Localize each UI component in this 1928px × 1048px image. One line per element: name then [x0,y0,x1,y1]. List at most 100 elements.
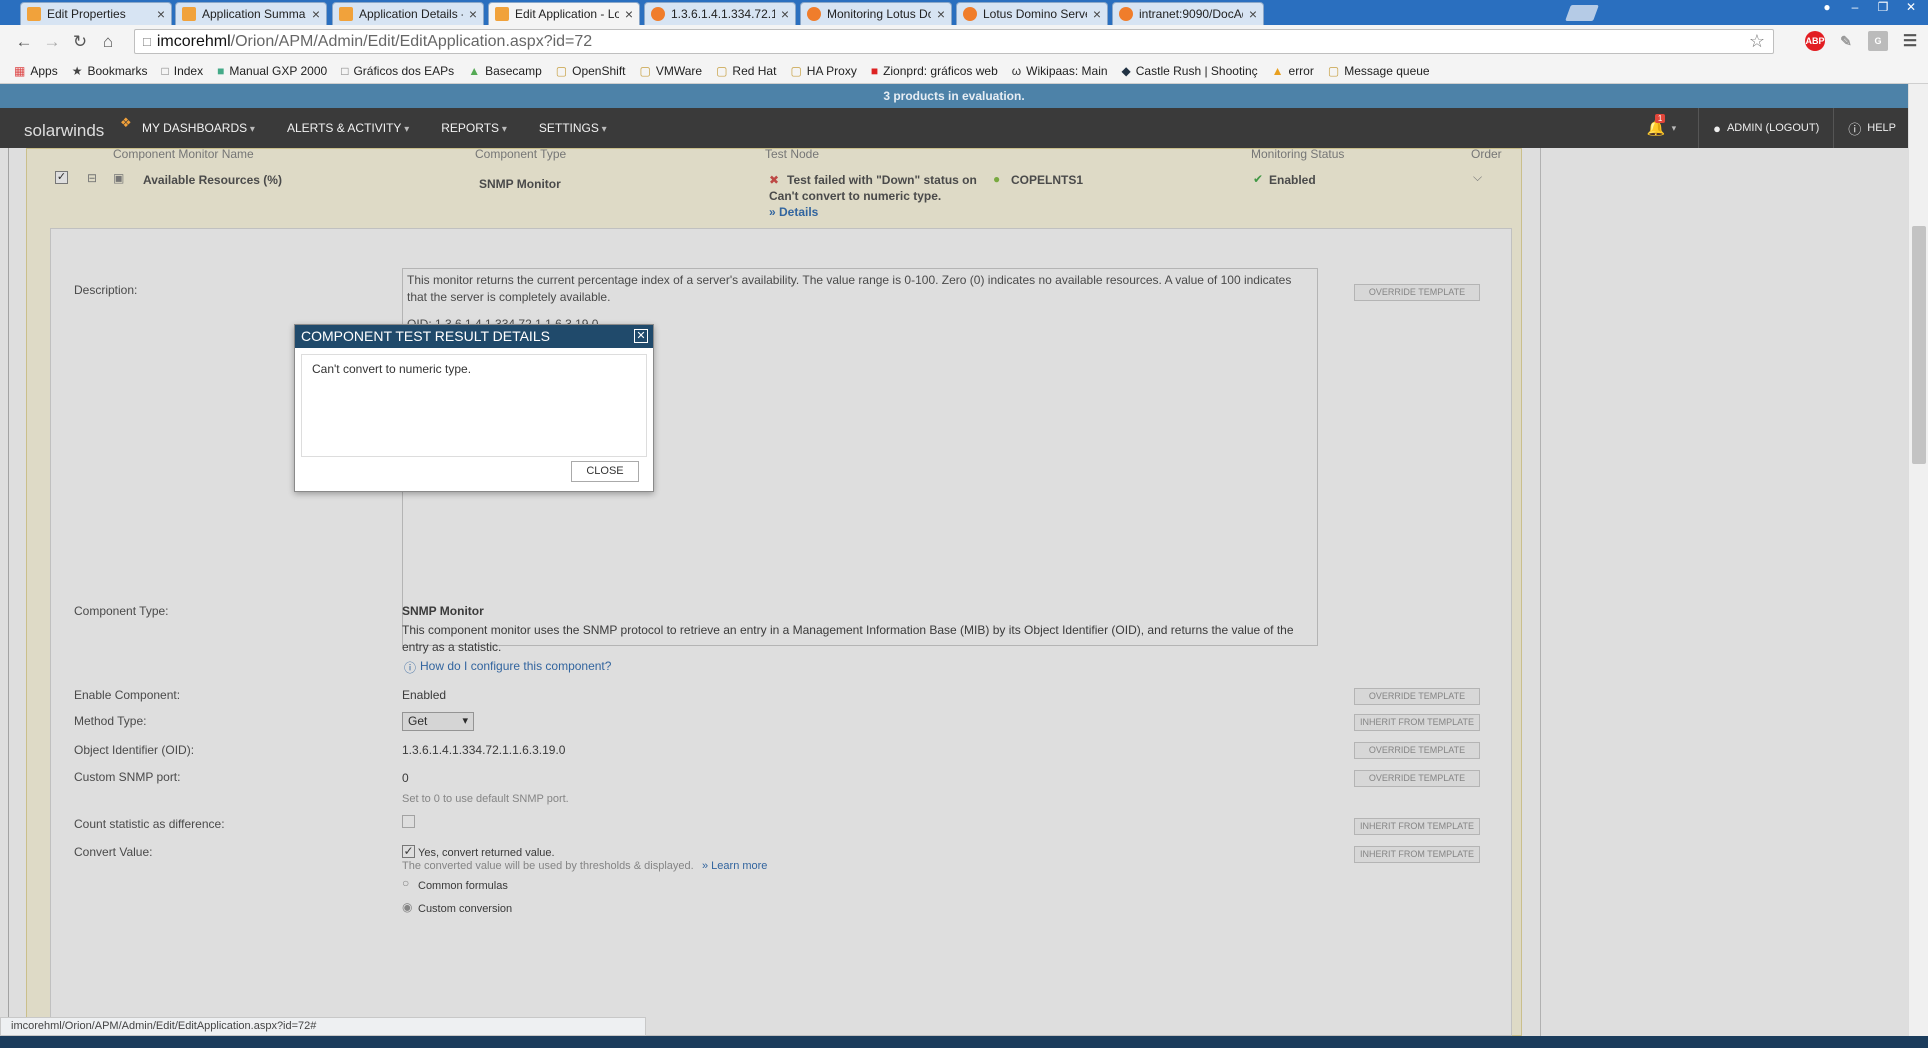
folder-icon: ▢ [790,64,802,78]
back-icon[interactable]: ← [10,32,38,52]
star-icon: ★ [71,64,83,78]
browser-tab[interactable]: Edit Properties × [20,2,172,25]
bookmark-zionprd[interactable]: ■ Zionprd: gráficos web [871,64,998,78]
extension-g-icon[interactable]: G [1868,31,1888,51]
bookmark-index[interactable]: □ Index [162,64,204,78]
bookmark-haproxy[interactable]: ▢ HA Proxy [790,64,856,78]
test-result-dialog: COMPONENT TEST RESULT DETAILS ✕ Can't co… [294,324,654,492]
bookmark-error[interactable]: ▲ error [1272,64,1314,78]
browser-tab[interactable]: intranet:9090/DocAdm.ns× [1112,2,1264,25]
menu-icon[interactable]: ☰ [1900,31,1920,51]
close-tab-icon[interactable]: × [781,6,789,22]
bookmark-wikipaas[interactable]: ω Wikipaas: Main [1012,64,1108,78]
zabbix-icon: ■ [870,64,879,78]
os-taskbar [0,1036,1928,1048]
chevron-down-icon[interactable]: ▾ [1672,123,1677,134]
web-icon [807,7,821,21]
logo-flame-icon: ❖ [120,115,132,130]
browser-tab[interactable]: Application Details - Sum× [332,2,484,25]
folder-icon: ▢ [716,64,728,78]
folder-icon: ▢ [1327,64,1340,78]
page-icon: □ [143,34,151,49]
shield-icon: ◆ [1121,64,1131,78]
address-toolbar: ← → ↻ ⌂ □ imcorehml/Orion/APM/Admin/Edit… [0,25,1928,59]
solarwinds-icon [27,7,41,21]
divider [1698,108,1700,148]
close-tab-icon[interactable]: × [157,6,165,22]
dialog-title: COMPONENT TEST RESULT DETAILS ✕ [295,325,653,348]
notifications-bell-icon[interactable]: 🔔 1 [1647,114,1666,137]
solarwinds-logo[interactable]: solarwinds ❖ [24,115,142,141]
bookmark-star-icon[interactable]: ☆ [1749,31,1765,52]
status-bar-url: imcorehml/Orion/APM/Admin/Edit/EditAppli… [0,1017,646,1036]
scrollbar-thumb[interactable] [1912,226,1926,464]
evaluation-banner[interactable]: 3 products in evaluation. [0,84,1908,108]
bookmark-vmware[interactable]: ▢ VMWare [640,64,703,78]
solarwinds-icon [182,7,196,21]
vertical-scrollbar[interactable] [1908,84,1928,1036]
bookmarks-bar: ▦ Apps ★ Bookmarks □ Index ■ Manual GXP 2000… [0,59,1928,84]
minimize-icon[interactable]: – [1844,0,1866,14]
web-icon [1119,7,1133,21]
bookmark-castle-rush[interactable]: ◆ Castle Rush | Shootinç [1122,64,1258,78]
divider [1833,108,1835,148]
restore-icon[interactable]: ❐ [1872,0,1894,14]
site-icon: ■ [217,64,225,78]
home-icon[interactable]: ⌂ [94,32,122,52]
close-tab-icon[interactable]: × [1093,6,1101,22]
nav-settings[interactable]: SETTINGS [539,121,607,135]
user-logout-link[interactable]: ADMIN (LOGOUT) [1727,122,1819,134]
close-tab-icon[interactable]: × [937,6,945,22]
page-content: 3 products in evaluation. solarwinds ❖ MY… [0,84,1928,1036]
web-icon [963,7,977,21]
solarwinds-icon [339,7,353,21]
window-controls: ● – ❐ ✕ [1816,0,1922,14]
modal-overlay [0,148,1908,1036]
basecamp-icon: ▲ [468,64,481,78]
close-tab-icon[interactable]: × [625,6,633,22]
browser-tab-active[interactable]: Edit Application - Lotus D× [488,2,640,25]
reload-icon[interactable]: ↻ [66,32,94,52]
wiki-icon: ω [1011,64,1022,78]
address-bar[interactable]: □ imcorehml/Orion/APM/Admin/Edit/EditApp… [134,29,1774,54]
browser-tab[interactable]: Lotus Domino Server Stat× [956,2,1108,25]
browser-tab-strip: Edit Properties × Application Summary × Ap… [0,0,1928,25]
folder-icon: ▢ [555,64,568,78]
navbar-right: 🔔 1 ▾ ● ADMIN (LOGOUT) ⓘ HELP [1647,108,1896,148]
close-icon[interactable]: ✕ [634,329,648,343]
bookmark-apps[interactable]: ▦ Apps [14,64,58,78]
bookmark-manual[interactable]: ■ Manual GXP 2000 [217,64,327,78]
browser-tab[interactable]: Monitoring Lotus Domino× [800,2,952,25]
browser-tab[interactable]: Application Summary × [175,2,327,25]
bookmark-basecamp[interactable]: ▲ Basecamp [468,64,542,78]
bookmark-openshift[interactable]: ▢ OpenShift [556,64,626,78]
dialog-message: Can't convert to numeric type. [301,354,647,457]
nav-my-dashboards[interactable]: MY DASHBOARDS [142,121,255,135]
notification-badge: 1 [1654,114,1666,123]
nav-alerts-activity[interactable]: ALERTS & ACTIVITY [287,121,409,135]
apps-icon: ▦ [14,64,26,78]
bookmark-bookmarks[interactable]: ★ Bookmarks [72,64,148,78]
close-tab-icon[interactable]: × [312,6,320,22]
bookmark-graficos[interactable]: □ Gráficos dos EAPs [341,64,454,78]
close-button[interactable]: CLOSE [571,461,639,482]
nav-reports[interactable]: REPORTS [441,121,507,135]
new-tab-button[interactable] [1565,5,1599,21]
close-tab-icon[interactable]: × [469,6,477,22]
bookmark-redhat[interactable]: ▢ Red Hat [716,64,776,78]
forward-icon[interactable]: → [38,32,66,52]
user-icon: ● [1713,120,1721,136]
extension-icon[interactable]: ✎ [1836,31,1856,51]
folder-icon: ▢ [639,64,651,78]
help-icon: ⓘ [1848,121,1862,137]
warning-icon: ▲ [1271,64,1284,78]
help-link[interactable]: HELP [1867,122,1896,134]
user-icon[interactable]: ● [1816,0,1838,14]
bookmark-message-queue[interactable]: ▢ Message queue [1328,64,1430,78]
close-window-icon[interactable]: ✕ [1900,0,1922,14]
solarwinds-icon [495,7,509,21]
close-tab-icon[interactable]: × [1249,6,1257,22]
browser-tab[interactable]: 1.3.6.1.4.1.334.72.1.1.6.3.1× [644,2,796,25]
page-icon: □ [341,64,349,78]
adblock-icon[interactable]: ABP [1805,31,1825,51]
